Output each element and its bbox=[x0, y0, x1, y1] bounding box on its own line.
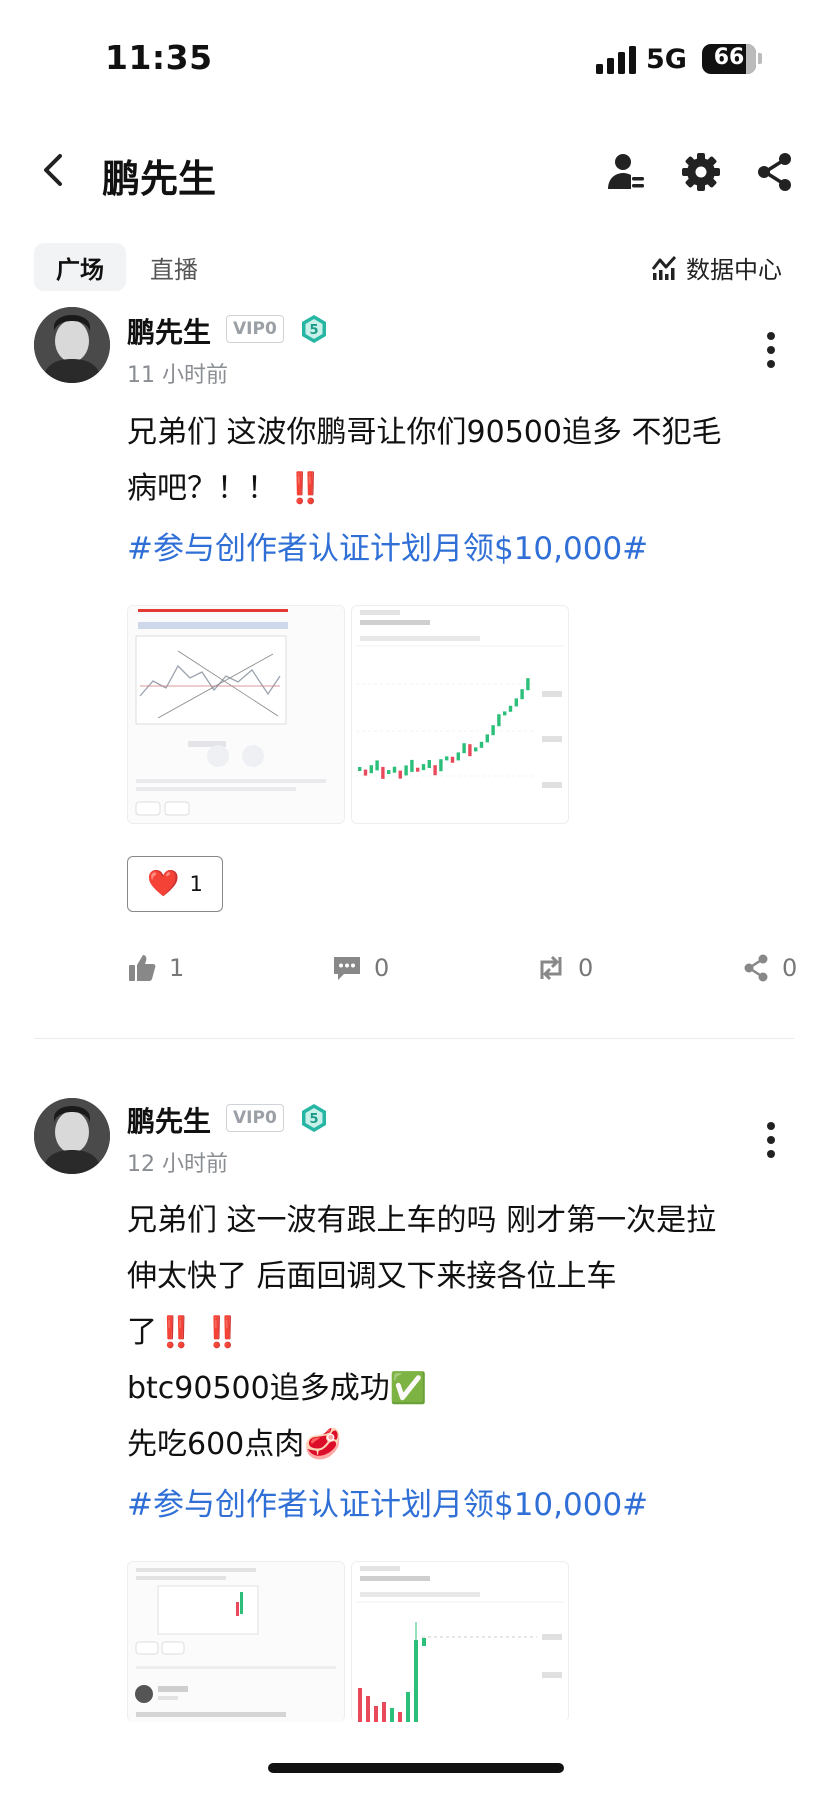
candle bbox=[421, 764, 426, 771]
candle bbox=[358, 767, 362, 771]
data-center-link[interactable]: 数据中心 bbox=[650, 247, 782, 287]
candle bbox=[526, 678, 530, 691]
avatar[interactable] bbox=[34, 307, 110, 383]
post-content: 兄弟们 这波你鹏哥让你们90500追多 不犯毛 病吧？！！ ‼️ bbox=[127, 405, 807, 517]
signal-icon bbox=[596, 46, 638, 74]
home-indicator[interactable] bbox=[268, 1763, 564, 1773]
candle bbox=[381, 766, 385, 779]
candle bbox=[479, 741, 484, 748]
candle bbox=[491, 725, 495, 736]
post-content: 兄弟们 这一波有跟上车的吗 刚才第一次是拉 伸太快了 后面回调又下来接各位上车 … bbox=[127, 1193, 807, 1473]
post-time: 12 小时前 bbox=[127, 1152, 228, 1177]
post-line: 兄弟们 这一波有跟上车的吗 刚才第一次是拉 bbox=[127, 1203, 717, 1238]
hashtag-link[interactable]: #参与创作者认证计划月领$10,000# bbox=[127, 523, 648, 568]
post-line: 兄弟们 这波你鹏哥让你们90500追多 不犯毛 bbox=[127, 415, 722, 450]
candle bbox=[369, 765, 373, 774]
candle bbox=[433, 765, 437, 776]
candle bbox=[485, 734, 489, 743]
candle bbox=[520, 689, 524, 700]
user-settings-icon[interactable] bbox=[605, 151, 647, 193]
candle bbox=[387, 770, 391, 775]
candle bbox=[410, 759, 414, 772]
vip-badge: VIP0 bbox=[226, 315, 284, 343]
level-number: 5 bbox=[309, 1112, 318, 1127]
candle bbox=[468, 744, 472, 757]
candle bbox=[439, 759, 443, 772]
heart-icon: ❤️ bbox=[147, 869, 180, 899]
share-icon[interactable] bbox=[754, 151, 796, 193]
post-line: 了‼️ ‼️ bbox=[127, 1315, 242, 1350]
author-name[interactable]: 鹏先生 bbox=[127, 1100, 211, 1140]
level-badge-icon: 5 bbox=[302, 315, 326, 343]
hashtag-link[interactable]: #参与创作者认证计划月领$10,000# bbox=[127, 1479, 648, 1524]
page-title: 鹏先生 bbox=[102, 157, 217, 201]
candle bbox=[363, 769, 368, 776]
heart-reaction-button[interactable]: ❤️ 1 bbox=[127, 856, 223, 912]
candle bbox=[450, 756, 455, 763]
post-line: btc90500追多成功✅ bbox=[127, 1371, 428, 1406]
avatar[interactable] bbox=[34, 1098, 110, 1174]
share-icon bbox=[744, 954, 768, 982]
candle bbox=[398, 770, 402, 779]
level-number: 5 bbox=[309, 323, 318, 338]
vip-badge: VIP0 bbox=[226, 1104, 284, 1132]
post-line: 病吧？！！ ‼️ bbox=[127, 471, 324, 506]
candle bbox=[474, 747, 478, 752]
repost-button[interactable]: 0 bbox=[536, 953, 593, 983]
chart-icon bbox=[651, 255, 677, 280]
candle bbox=[497, 714, 501, 727]
candle bbox=[375, 760, 379, 771]
candle bbox=[503, 711, 507, 716]
battery-level: 66 bbox=[713, 45, 745, 70]
share-post-button[interactable]: 0 bbox=[742, 953, 797, 983]
post-image[interactable] bbox=[351, 1561, 569, 1722]
level-badge-icon: 5 bbox=[302, 1104, 326, 1132]
like-count: 1 bbox=[169, 954, 185, 982]
post-time: 11 小时前 bbox=[127, 363, 228, 388]
status-time: 11:35 bbox=[105, 38, 213, 77]
candle bbox=[445, 756, 449, 761]
repost-icon bbox=[540, 955, 562, 981]
battery-icon: 66 bbox=[702, 44, 756, 74]
back-arrow-icon[interactable] bbox=[38, 152, 68, 188]
data-center-label: 数据中心 bbox=[686, 255, 782, 284]
post-line: 伸太快了 后面回调又下来接各位上车 bbox=[127, 1259, 617, 1294]
candle bbox=[456, 752, 460, 761]
post-image[interactable] bbox=[127, 1561, 345, 1722]
tab-live[interactable]: 直播 bbox=[150, 243, 198, 291]
post-line: 先吃600点肉🥩 bbox=[127, 1427, 342, 1462]
comment-icon bbox=[334, 957, 360, 980]
repost-count: 0 bbox=[578, 954, 594, 982]
thumbs-up-icon bbox=[129, 955, 156, 981]
tab-plaza[interactable]: 广场 bbox=[34, 243, 126, 291]
network-label: 5G bbox=[646, 44, 687, 75]
author-name[interactable]: 鹏先生 bbox=[127, 311, 211, 351]
candle bbox=[404, 765, 408, 776]
post-divider bbox=[34, 1038, 794, 1039]
candle bbox=[416, 767, 420, 772]
reaction-count: 1 bbox=[189, 872, 203, 896]
candle bbox=[427, 760, 431, 768]
post-image[interactable] bbox=[351, 605, 569, 824]
candle bbox=[508, 705, 513, 712]
candle bbox=[462, 743, 466, 754]
candle bbox=[514, 698, 518, 707]
more-options-icon[interactable] bbox=[765, 330, 777, 370]
share-count: 0 bbox=[782, 954, 798, 982]
candle bbox=[392, 766, 397, 773]
battery-tip bbox=[758, 53, 762, 64]
comment-button[interactable]: 0 bbox=[332, 953, 389, 983]
more-options-icon[interactable] bbox=[765, 1120, 777, 1160]
comment-count: 0 bbox=[374, 954, 390, 982]
gear-icon[interactable] bbox=[680, 151, 722, 193]
post-image[interactable] bbox=[127, 605, 345, 824]
like-button[interactable]: 1 bbox=[127, 953, 184, 983]
